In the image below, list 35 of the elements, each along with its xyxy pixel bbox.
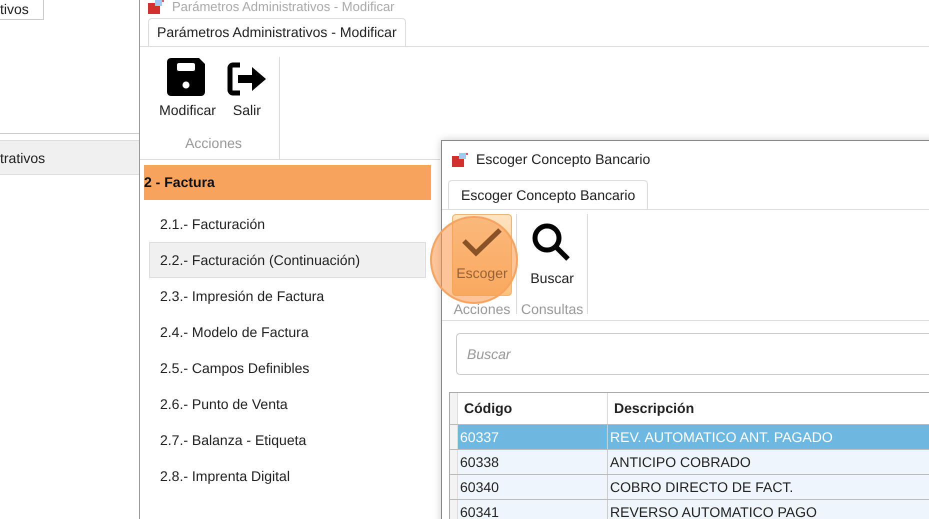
table-row[interactable]: 60338 ANTICIPO COBRADO — [450, 449, 929, 474]
list-item[interactable]: 2.3.- Impresión de Factura — [149, 278, 426, 314]
row-header[interactable] — [450, 450, 458, 474]
app-icon — [452, 152, 468, 166]
tree-row[interactable]: trativos — [0, 140, 140, 175]
row-header[interactable] — [450, 500, 458, 519]
ribbon-tab[interactable]: Escoger Concepto Bancario — [448, 180, 648, 209]
list-item[interactable]: 2.8.- Imprenta Digital — [149, 458, 426, 494]
list-item[interactable]: 2.5.- Campos Definibles — [149, 350, 426, 386]
section-header: 2 - Factura — [144, 165, 431, 200]
row-header[interactable] — [450, 425, 458, 449]
list-item[interactable]: 2.1.- Facturación — [149, 206, 426, 242]
list-item[interactable]: 2.4.- Modelo de Factura — [149, 314, 426, 350]
table-row[interactable]: 60341 REVERSO AUTOMATICO PAGO — [450, 499, 929, 519]
table-cell: 60341 — [458, 500, 608, 519]
list-item[interactable]: 2.7.- Balanza - Etiqueta — [149, 422, 426, 458]
toolbar-button[interactable]: Buscar — [522, 214, 582, 296]
search-field[interactable]: Buscar — [456, 333, 929, 375]
app-icon — [148, 0, 164, 14]
table-cell: REVERSO AUTOMATICO PAGO — [608, 500, 929, 519]
group-label: Consultas — [521, 300, 584, 319]
row-header[interactable] — [450, 475, 458, 499]
window-title: Parámetros Administrativos - Modificar — [172, 0, 395, 14]
checkmark-icon — [460, 226, 504, 256]
toolbar-button[interactable]: Salir — [224, 57, 270, 121]
tab[interactable]: tivos — [0, 0, 44, 20]
group-label: Acciones — [454, 300, 510, 319]
ribbon-tab[interactable]: Parámetros Administrativos - Modificar — [148, 18, 406, 46]
table-row[interactable]: 60340 COBRO DIRECTO DE FACT. — [450, 474, 929, 499]
dialog-title: Escoger Concepto Bancario — [476, 150, 650, 169]
list-item[interactable]: 2.6.- Punto de Venta — [149, 386, 426, 422]
list-item[interactable]: 2.2.- Facturación (Continuación) — [149, 242, 426, 278]
group-label: Acciones — [185, 134, 242, 153]
exit-icon — [226, 62, 268, 96]
toolbar-button[interactable]: Modificar — [157, 57, 218, 121]
